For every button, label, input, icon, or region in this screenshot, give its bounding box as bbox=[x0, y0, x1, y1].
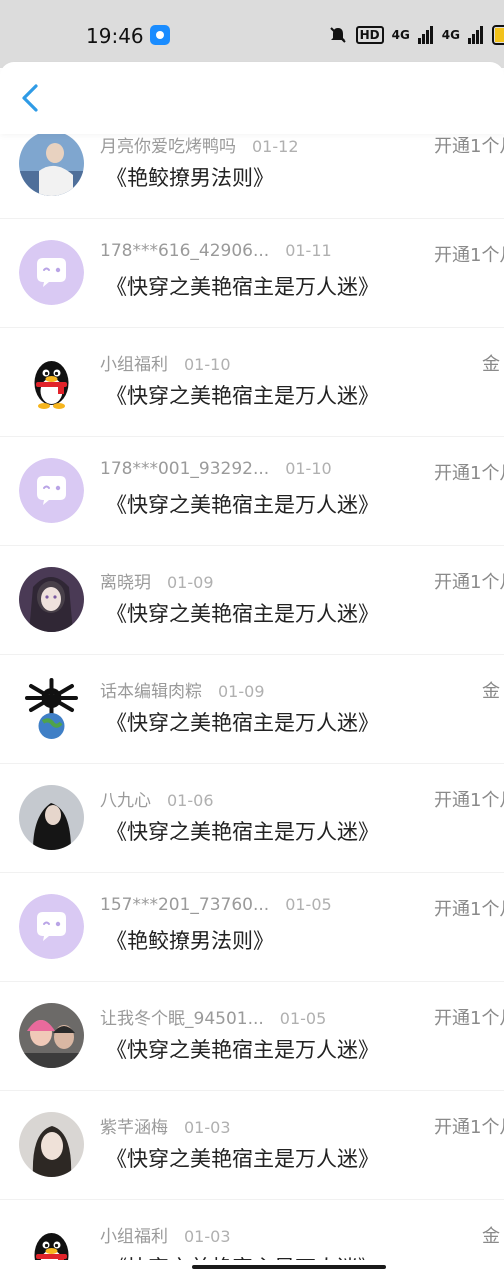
list-item[interactable]: 八九心 01-06 《快穿之美艳宿主是万人迷》 开通1个月 bbox=[0, 764, 504, 873]
book-title: 《快穿之美艳宿主是万人迷》 bbox=[106, 602, 379, 626]
entry-date: 01-05 bbox=[279, 1009, 327, 1028]
status-bar: 19:46 HD 4G 4G bbox=[0, 0, 504, 68]
list-item[interactable]: 157***201_73760... 01-05 《艳鲛撩男法则》 开通1个月 bbox=[0, 873, 504, 982]
avatar[interactable] bbox=[19, 1112, 84, 1177]
list-item[interactable]: 178***616_42906... 01-11 《快穿之美艳宿主是万人迷》 开通1个… bbox=[0, 219, 504, 328]
avatar[interactable] bbox=[19, 894, 84, 959]
signal-4g-icon: 4G bbox=[391, 28, 410, 42]
avatar[interactable] bbox=[19, 458, 84, 523]
signal-4g-icon-2: 4G bbox=[441, 28, 460, 42]
user-name: 月亮你爱吃烤鸭吗 bbox=[100, 137, 236, 157]
user-name: 178***001_93292... bbox=[100, 459, 270, 479]
user-name: 小组福利 bbox=[100, 1227, 168, 1247]
avatar[interactable] bbox=[19, 567, 84, 632]
list-item[interactable]: 话本编辑肉粽 01-09 《快穿之美艳宿主是万人迷》 金 bbox=[0, 655, 504, 764]
status-time: 19:46 bbox=[86, 24, 144, 48]
signal-bars-icon bbox=[417, 26, 433, 44]
reward-label: 开通1个月 bbox=[434, 1117, 504, 1138]
avatar[interactable] bbox=[19, 676, 84, 741]
reward-label: 开通1个月 bbox=[434, 899, 504, 920]
book-title: 《快穿之美艳宿主是万人迷》 bbox=[106, 1147, 379, 1171]
avatar[interactable] bbox=[19, 240, 84, 305]
entry-meta: 小组福利 01-10 bbox=[100, 350, 231, 375]
list-item[interactable]: 紫芊涵梅 01-03 《快穿之美艳宿主是万人迷》 开通1个月 bbox=[0, 1091, 504, 1200]
book-title: 《快穿之美艳宿主是万人迷》 bbox=[106, 820, 379, 844]
reward-label: 开通1个月 bbox=[434, 790, 504, 811]
hd-icon: HD bbox=[355, 26, 384, 44]
book-title: 《快穿之美艳宿主是万人迷》 bbox=[106, 1038, 379, 1062]
reward-label: 开通1个月 bbox=[434, 136, 504, 157]
back-button[interactable] bbox=[12, 76, 52, 120]
list-item[interactable]: 让我冬个眠_94501... 01-05 《快穿之美艳宿主是万人迷》 开通1个月 bbox=[0, 982, 504, 1091]
user-name: 178***616_42906... bbox=[100, 241, 270, 261]
entry-date: 01-03 bbox=[184, 1118, 231, 1137]
entry-meta: 157***201_73760... 01-05 bbox=[100, 895, 332, 915]
entry-date: 01-10 bbox=[184, 355, 231, 374]
entry-meta: 178***001_93292... 01-10 bbox=[100, 459, 332, 479]
book-title: 《快穿之美艳宿主是万人迷》 bbox=[106, 1252, 379, 1260]
entry-meta: 小组福利 01-03 bbox=[100, 1222, 231, 1247]
list-item[interactable]: 小组福利 01-10 《快穿之美艳宿主是万人迷》 金 bbox=[0, 328, 504, 437]
entry-date: 01-09 bbox=[167, 573, 214, 592]
entry-meta: 离晓玥 01-09 bbox=[100, 568, 214, 593]
entry-date: 01-12 bbox=[252, 137, 299, 156]
entry-date: 01-06 bbox=[167, 791, 214, 810]
entry-list: 月亮你爱吃烤鸭吗01-12《艳鲛撩男法则》开通1个月178***616_4290… bbox=[0, 110, 504, 1260]
reward-label: 金 bbox=[482, 354, 500, 375]
user-name: 小组福利 bbox=[100, 355, 168, 375]
avatar[interactable] bbox=[19, 349, 84, 414]
user-name: 让我冬个眠_94501... bbox=[100, 1009, 264, 1029]
entry-meta: 让我冬个眠_94501... 01-05 bbox=[100, 1004, 326, 1029]
battery-icon bbox=[492, 25, 504, 45]
nav-bar bbox=[0, 62, 504, 134]
user-name: 紫芊涵梅 bbox=[100, 1118, 168, 1138]
avatar[interactable] bbox=[19, 131, 84, 196]
user-name: 八九心 bbox=[100, 791, 151, 811]
reward-label: 开通1个月 bbox=[434, 463, 504, 484]
book-title: 《快穿之美艳宿主是万人迷》 bbox=[106, 275, 379, 299]
entry-meta: 八九心 01-06 bbox=[100, 786, 214, 811]
list-item[interactable]: 小组福利 01-03 《快穿之美艳宿主是万人迷》 金 bbox=[0, 1200, 504, 1260]
book-title: 《艳鲛撩男法则》 bbox=[106, 929, 274, 953]
app-icon bbox=[150, 25, 170, 45]
signal-bars-icon-2 bbox=[468, 26, 483, 44]
book-title: 《艳鲛撩男法则》 bbox=[106, 166, 274, 190]
reward-label: 金 bbox=[482, 681, 500, 702]
avatar[interactable] bbox=[19, 1221, 84, 1260]
avatar[interactable] bbox=[19, 1003, 84, 1068]
book-title: 《快穿之美艳宿主是万人迷》 bbox=[106, 384, 379, 408]
book-title: 《快穿之美艳宿主是万人迷》 bbox=[106, 711, 379, 735]
reward-label: 开通1个月 bbox=[434, 245, 504, 266]
avatar[interactable] bbox=[19, 785, 84, 850]
reward-label: 开通1个月 bbox=[434, 572, 504, 593]
chevron-left-icon bbox=[22, 84, 38, 112]
status-icons: HD 4G 4G bbox=[328, 24, 504, 46]
user-name: 离晓玥 bbox=[100, 573, 151, 593]
list-item[interactable]: 178***001_93292... 01-10 《快穿之美艳宿主是万人迷》 开通1个… bbox=[0, 437, 504, 546]
user-name: 157***201_73760... bbox=[100, 895, 270, 915]
entry-date: 01-05 bbox=[285, 895, 332, 914]
reward-label: 金 bbox=[482, 1226, 500, 1247]
entry-date: 01-10 bbox=[285, 459, 332, 478]
entry-meta: 话本编辑肉粽 01-09 bbox=[100, 677, 265, 702]
entry-date: 01-09 bbox=[218, 682, 265, 701]
entry-meta: 月亮你爱吃烤鸭吗 01-12 bbox=[100, 132, 299, 157]
entry-meta: 紫芊涵梅 01-03 bbox=[100, 1113, 231, 1138]
list-item[interactable]: 离晓玥 01-09 《快穿之美艳宿主是万人迷》 开通1个月 bbox=[0, 546, 504, 655]
user-name: 话本编辑肉粽 bbox=[100, 682, 202, 702]
home-indicator[interactable] bbox=[192, 1265, 386, 1269]
entry-date: 01-11 bbox=[285, 241, 332, 260]
book-title: 《快穿之美艳宿主是万人迷》 bbox=[106, 493, 379, 517]
reward-label: 开通1个月 bbox=[434, 1008, 504, 1029]
entry-meta: 178***616_42906... 01-11 bbox=[100, 241, 332, 261]
mute-icon bbox=[329, 27, 346, 43]
entry-date: 01-03 bbox=[184, 1227, 231, 1246]
